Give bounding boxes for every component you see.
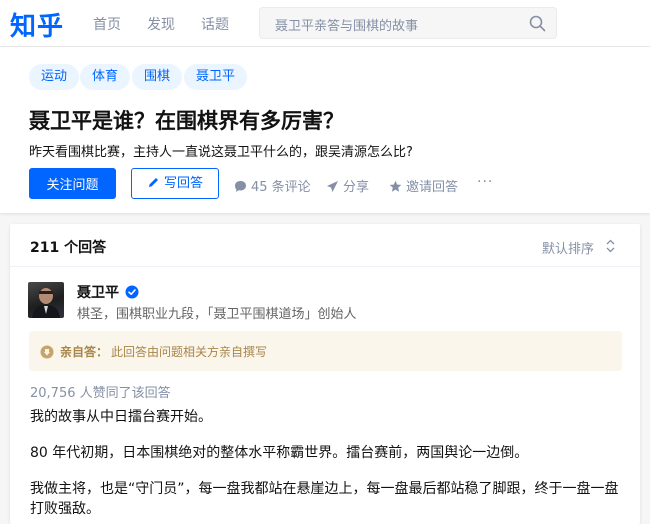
invite-label: 邀请回答 [406, 180, 459, 195]
share-button[interactable]: 分享 [326, 176, 369, 195]
more-button[interactable]: ··· [477, 174, 493, 190]
share-label: 分享 [343, 180, 370, 195]
share-icon [327, 181, 338, 192]
nav-home[interactable]: 首页 [93, 14, 121, 34]
invite-answer-button[interactable]: 邀请回答 [389, 176, 458, 195]
top-navbar: 知乎 首页 发现 话题 聂卫平亲答与围棋的故事 [0, 0, 650, 47]
nav-topics[interactable]: 话题 [201, 14, 229, 34]
search-input[interactable]: 聂卫平亲答与围棋的故事 [259, 7, 557, 39]
answer-paragraph: 我的故事从中日擂台赛开始。 [30, 409, 212, 425]
comments-label: 45 条评论 [251, 180, 311, 195]
star-icon [389, 180, 402, 192]
question-header: 运动 体育 围棋 聂卫平 聂卫平是谁？在围棋界有多厉害？ 昨天看围棋比赛，主持人… [0, 47, 650, 213]
comments-button[interactable]: 45 条评论 [234, 176, 311, 195]
search-icon[interactable] [529, 15, 546, 36]
author-name[interactable]: 聂卫平 [77, 282, 119, 302]
topic-tag[interactable]: 体育 [80, 64, 131, 90]
answer-paragraph: 打败强敌。 [30, 501, 100, 517]
answer-paragraph: 80 年代初期，日本围棋绝对的整体水平称霸世界。擂台赛前，两国舆论一边倒。 [30, 445, 529, 461]
question-title: 聂卫平是谁？在围棋界有多厉害？ [29, 109, 344, 133]
answer-paragraph: 我做主将，也是“守门员”，每一盘我都站在悬崖边上，每一盘最后都站稳了脚跟，终于一… [30, 481, 619, 497]
search-placeholder: 聂卫平亲答与围棋的故事 [275, 19, 419, 34]
author-notice: 亲自答： 此回答由问题相关方亲自撰写 [29, 331, 622, 371]
comment-icon [235, 181, 246, 192]
author-bio: 棋圣，围棋职业九段，「聂卫平围棋道场」创始人 [77, 307, 357, 322]
answer-count: 211 个回答 [30, 240, 107, 256]
topic-tag[interactable]: 聂卫平 [184, 64, 248, 90]
verified-icon [125, 284, 139, 303]
notice-title: 亲自答： [60, 345, 109, 359]
question-detail: 昨天看围棋比赛，主持人一直说这聂卫平什么的，跟吴清源怎么比? [29, 145, 413, 160]
sort-dropdown[interactable]: 默认排序 [542, 238, 594, 257]
divider [10, 266, 640, 267]
topic-tag[interactable]: 运动 [29, 64, 80, 90]
avatar[interactable] [28, 282, 64, 318]
write-answer-button[interactable]: 写回答 [131, 168, 219, 199]
pen-icon [148, 178, 158, 187]
follow-question-button[interactable]: 关注问题 [29, 168, 116, 199]
notice-text: 此回答由问题相关方亲自撰写 [111, 345, 268, 359]
sort-icon[interactable] [606, 238, 615, 257]
vote-count: 20,756 人赞同了该回答 [30, 386, 171, 401]
zhihu-logo[interactable]: 知乎 [10, 6, 64, 43]
topic-tag[interactable]: 围棋 [132, 64, 183, 90]
answers-card: 211 个回答 默认排序 聂卫平 棋圣，围棋职业九段，「聂卫平围棋道场」创始人 … [10, 224, 640, 524]
notice-icon [40, 344, 54, 363]
write-answer-label: 写回答 [163, 176, 203, 191]
nav-discover[interactable]: 发现 [147, 14, 175, 34]
